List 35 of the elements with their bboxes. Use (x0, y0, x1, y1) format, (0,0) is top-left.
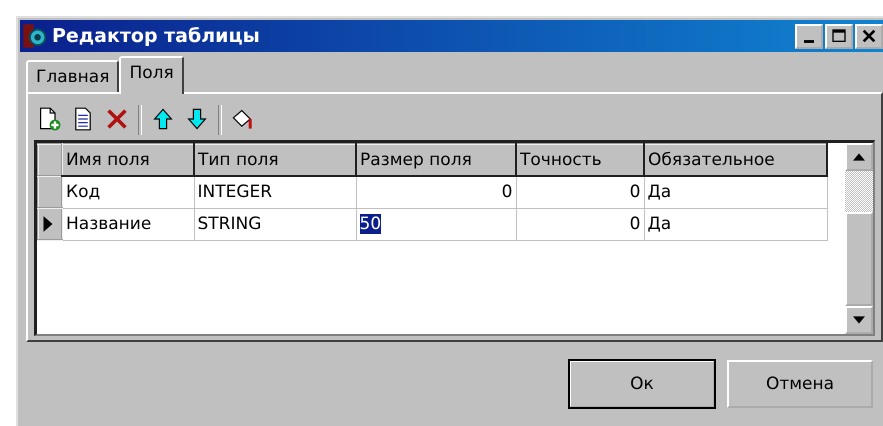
close-icon (861, 28, 877, 44)
minimize-button[interactable] (795, 24, 823, 48)
column-header[interactable]: Размер поля (356, 144, 516, 176)
close-button[interactable] (855, 24, 883, 48)
window-title: Редактор таблицы (52, 25, 261, 47)
maximize-icon (831, 28, 847, 44)
cell-value: STRING (198, 214, 262, 234)
cell-value: 0 (502, 182, 512, 202)
tab[interactable]: Поля (119, 56, 184, 94)
cell-value: 50 (360, 214, 382, 234)
cell-value: INTEGER (198, 182, 272, 202)
column-header[interactable]: Тип поля (194, 144, 356, 176)
dialog-button[interactable]: Ок (569, 360, 715, 408)
tab[interactable]: Главная (26, 60, 120, 92)
scroll-down-button[interactable] (845, 306, 873, 334)
column-header[interactable]: Точность (516, 144, 644, 176)
cell-value: 0 (630, 214, 640, 234)
column-header[interactable]: Имя поля (62, 144, 194, 176)
column-header[interactable]: Обязательное (644, 144, 827, 176)
cell-value: Да (648, 182, 672, 202)
vertical-scrollbar[interactable] (845, 143, 873, 334)
maximize-button[interactable] (825, 24, 853, 48)
dialog-button[interactable]: Отмена (727, 360, 873, 408)
down-arrow-icon (853, 316, 865, 324)
cell-value: Название (66, 214, 152, 234)
scroll-thumb[interactable] (845, 212, 873, 306)
row-indicator[interactable] (38, 208, 62, 240)
cell-value: Да (648, 214, 672, 234)
cell-value: Код (66, 182, 100, 202)
minimize-icon (804, 40, 814, 42)
up-arrow-icon (853, 153, 865, 161)
app-icon (22, 23, 48, 49)
cell-value: 0 (630, 182, 640, 202)
scroll-up-button[interactable] (845, 143, 873, 171)
row-indicator (38, 144, 62, 176)
